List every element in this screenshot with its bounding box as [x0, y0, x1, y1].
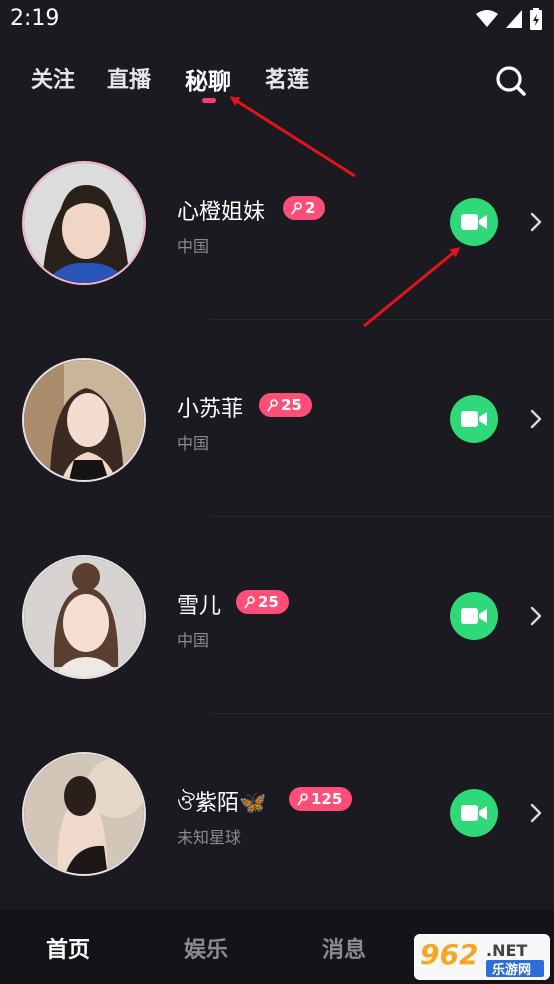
- status-bar: 2:19: [0, 0, 554, 38]
- nav-messages[interactable]: 消息: [322, 932, 366, 964]
- watermark-tld: .NET: [486, 941, 527, 960]
- female-symbol-icon: [297, 792, 308, 805]
- female-symbol-icon: [291, 201, 302, 214]
- video-camera-icon: [461, 608, 487, 624]
- watermark-logo-graphic: 962 .NET 乐游网: [414, 934, 550, 980]
- video-call-button[interactable]: [450, 395, 498, 443]
- list-item[interactable]: 小苏菲 25 中国: [0, 317, 554, 514]
- top-tabs: 关注 直播 秘聊 茗莲: [0, 62, 554, 103]
- female-symbol-icon: [267, 398, 278, 411]
- female-symbol-icon: [244, 595, 255, 608]
- video-call-button[interactable]: [450, 789, 498, 837]
- contact-location: 中国: [177, 434, 210, 453]
- chevron-right-icon[interactable]: [526, 799, 546, 827]
- contact-location: 中国: [177, 631, 210, 650]
- video-camera-icon: [461, 805, 487, 821]
- cell-signal-icon: [506, 10, 522, 28]
- video-camera-icon: [461, 214, 487, 230]
- video-call-button[interactable]: [450, 198, 498, 246]
- tab-live[interactable]: 直播: [107, 62, 151, 94]
- nav-entertainment[interactable]: 娱乐: [184, 932, 228, 964]
- tab-follow[interactable]: 关注: [31, 62, 75, 94]
- list-item[interactable]: 心橙姐妹 2 中国: [0, 120, 554, 317]
- avatar[interactable]: [22, 358, 146, 482]
- contact-name: 雪儿: [177, 594, 222, 619]
- list-item[interactable]: 雪儿 25 中国: [0, 514, 554, 711]
- contact-name: ঔ紫陌🦋: [177, 791, 267, 816]
- chevron-right-icon[interactable]: [526, 405, 546, 433]
- level-badge: 25: [236, 590, 289, 614]
- nav-home[interactable]: 首页: [46, 932, 90, 964]
- avatar[interactable]: [22, 752, 146, 876]
- contact-name: 心橙姐妹: [177, 200, 266, 225]
- chevron-right-icon[interactable]: [526, 208, 546, 236]
- avatar[interactable]: [22, 555, 146, 679]
- tab-secret-chat[interactable]: 秘聊: [185, 62, 231, 96]
- watermark-brand: 962: [420, 938, 478, 971]
- chevron-right-icon[interactable]: [526, 602, 546, 630]
- level-badge: 125: [289, 787, 353, 811]
- search-button[interactable]: [494, 64, 528, 98]
- video-camera-icon: [461, 411, 487, 427]
- watermark-sub: 乐游网: [492, 962, 531, 978]
- avatar[interactable]: [22, 161, 146, 285]
- active-tab-indicator: [202, 98, 216, 103]
- level-badge-value: 2: [305, 199, 316, 217]
- search-icon: [496, 66, 526, 96]
- contact-location: 未知星球: [177, 828, 242, 847]
- contact-location: 中国: [177, 237, 210, 256]
- watermark-logo: 962 .NET 乐游网: [414, 934, 550, 980]
- list-item[interactable]: ঔ紫陌🦋 125 未知星球: [0, 711, 554, 908]
- status-icons: [476, 8, 542, 30]
- level-badge-value: 25: [281, 396, 302, 414]
- battery-icon: [530, 8, 542, 30]
- tab-minglian[interactable]: 茗莲: [265, 62, 309, 94]
- contact-name: 小苏菲: [177, 397, 244, 422]
- level-badge-value: 25: [258, 593, 279, 611]
- wifi-icon: [476, 10, 498, 27]
- status-time: 2:19: [10, 6, 60, 31]
- video-call-button[interactable]: [450, 592, 498, 640]
- level-badge: 2: [283, 196, 326, 220]
- level-badge: 25: [259, 393, 312, 417]
- level-badge-value: 125: [311, 790, 343, 808]
